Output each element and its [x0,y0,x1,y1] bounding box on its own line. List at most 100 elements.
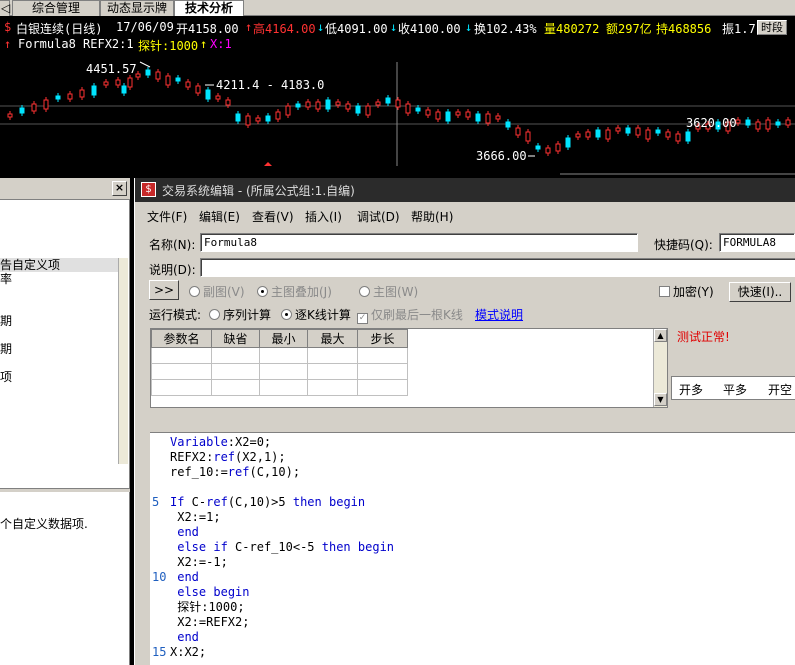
table-cell[interactable] [307,347,358,364]
mode-help-link[interactable]: 模式说明 [475,306,523,323]
candle-body [285,105,291,116]
code-line[interactable]: X2:=REFX2; [150,615,795,630]
menu-edit[interactable]: 编辑(E) [199,208,240,225]
table-cell[interactable] [357,363,408,380]
table-cell[interactable] [307,379,358,396]
description-input[interactable] [200,258,795,277]
price-chart[interactable]: $ 白银连续(日线) 17/06/09 开4158.00 ↑ 高4164.00 … [0,16,795,178]
encrypt-checkbox[interactable]: 加密(Y) [659,283,714,300]
code-line[interactable]: 10 end [150,570,795,585]
candle-body [31,103,37,112]
list-item[interactable]: 期 [0,342,118,356]
menu-file[interactable]: 文件(F) [147,208,187,225]
code-line[interactable]: REFX2:ref(X2,1); [150,450,795,465]
list-item[interactable]: 期 [0,314,118,328]
table-cell[interactable] [151,347,212,364]
code-line[interactable]: end [150,630,795,645]
code-line[interactable]: X2:=-1; [150,555,795,570]
code-line[interactable]: X2:=1; [150,510,795,525]
tab-open-short[interactable]: 开空 [768,381,792,398]
menu-insert[interactable]: 插入(I) [305,208,342,225]
dialog-titlebar[interactable]: $ 交易系统编辑 - (所属公式组:1.自编) [135,178,795,202]
code-text: X2:=1; [170,510,221,524]
candle-body [175,77,181,82]
table-cell[interactable] [259,379,308,396]
radio-icon [209,309,220,320]
line-number: 10 [152,570,167,584]
code-line[interactable]: ref_10:=ref(C,10); [150,465,795,480]
table-cell[interactable] [259,363,308,380]
candle-body [235,113,241,122]
menu-view[interactable]: 查看(V) [252,208,294,225]
list-item[interactable] [0,286,118,300]
param-header-min: 最小 [259,329,308,348]
code-line[interactable]: 15 X:X2; [150,645,795,660]
candle-body [565,137,571,148]
run-mode-sequence[interactable]: 序列计算 [209,306,271,323]
list-item[interactable] [0,300,118,314]
tab-close-long[interactable]: 平多 [723,381,747,398]
run-mode-per-bar[interactable]: 逐K线计算 [281,306,351,323]
last-bar-checkbox[interactable]: ✓ 仅刷最后一根K线 [357,306,463,324]
candle-body [355,105,361,114]
tab-technical-analysis[interactable]: 技术分析 [174,0,244,16]
table-cell[interactable] [151,363,212,380]
candle-body [165,75,171,86]
code-line[interactable]: end [150,525,795,540]
custom-item-list[interactable]: 告自定义项 率 期 期 项 [0,258,118,384]
code-line[interactable]: Variable:X2=0; [150,435,795,450]
code-editor[interactable]: Variable:X2=0; REFX2:ref(X2,1); ref_10:=re… [150,432,795,665]
list-item[interactable] [0,356,118,370]
table-cell[interactable] [259,347,308,364]
expand-button[interactable]: >> [149,280,179,300]
code-line[interactable]: 探针:1000; [150,600,795,615]
option-subchart[interactable]: 副图(V) [189,283,245,300]
table-cell[interactable] [211,347,260,364]
menu-debug[interactable]: 调试(D) [357,208,400,225]
candle-body [205,89,211,100]
table-cell[interactable] [211,363,260,380]
menu-bar: 文件(F) 编辑(E) 查看(V) 插入(I) 调试(D) 帮助(H) [135,206,795,224]
table-cell[interactable] [357,347,408,364]
name-input[interactable]: Formula8 [200,233,638,252]
hotkey-input[interactable]: FORMULA8 [719,233,795,252]
option-main-chart[interactable]: 主图(W) [359,283,418,300]
table-cell[interactable] [211,379,260,396]
left-panel-splitter[interactable] [0,488,130,492]
list-item[interactable]: 项 [0,370,118,384]
list-item[interactable]: 告自定义项 [0,258,118,272]
scroll-up-icon[interactable]: ▲ [654,329,667,342]
option-main-overlay[interactable]: 主图叠加(J) [257,283,332,300]
table-cell[interactable] [357,379,408,396]
candle-body [255,117,261,122]
param-table-scrollbar[interactable]: ▲ ▼ [653,329,667,407]
param-header-default: 缺省 [211,329,260,348]
code-line[interactable]: else if C-ref_10<-5 then begin [150,540,795,555]
code-line[interactable]: else begin [150,585,795,600]
signal-tabs: 开多 平多 开空 [671,376,795,400]
left-panel-close-button[interactable]: × [112,181,127,196]
candle-body [55,95,61,100]
candle-body [335,101,341,106]
app-icon: $ [141,182,156,197]
code-line[interactable] [150,480,795,495]
name-label: 名称(N): [149,238,196,252]
left-panel-scrollbar[interactable] [118,258,128,464]
list-item[interactable]: 率 [0,272,118,286]
scroll-down-icon[interactable]: ▼ [654,393,667,406]
menu-help[interactable]: 帮助(H) [411,208,453,225]
candlestick-series [0,61,795,175]
tab-open-long[interactable]: 开多 [679,381,703,398]
checkbox-checked-icon: ✓ [357,313,368,324]
candle-body [785,119,791,126]
tab-management[interactable]: 综合管理 [12,0,100,16]
list-item[interactable] [0,328,118,342]
param-table[interactable]: 参数名 缺省 最小 最大 步长 ▲ ▼ [150,328,668,408]
table-cell[interactable] [307,363,358,380]
code-line[interactable]: 5 If C-ref(C,10)>5 then begin [150,495,795,510]
tab-prev-arrow[interactable]: ◁ [0,0,10,16]
quick-button[interactable]: 快速(I).. [729,282,791,302]
tab-dynamic-board[interactable]: 动态显示牌 [100,0,174,16]
radio-icon [189,286,200,297]
table-cell[interactable] [151,379,212,396]
